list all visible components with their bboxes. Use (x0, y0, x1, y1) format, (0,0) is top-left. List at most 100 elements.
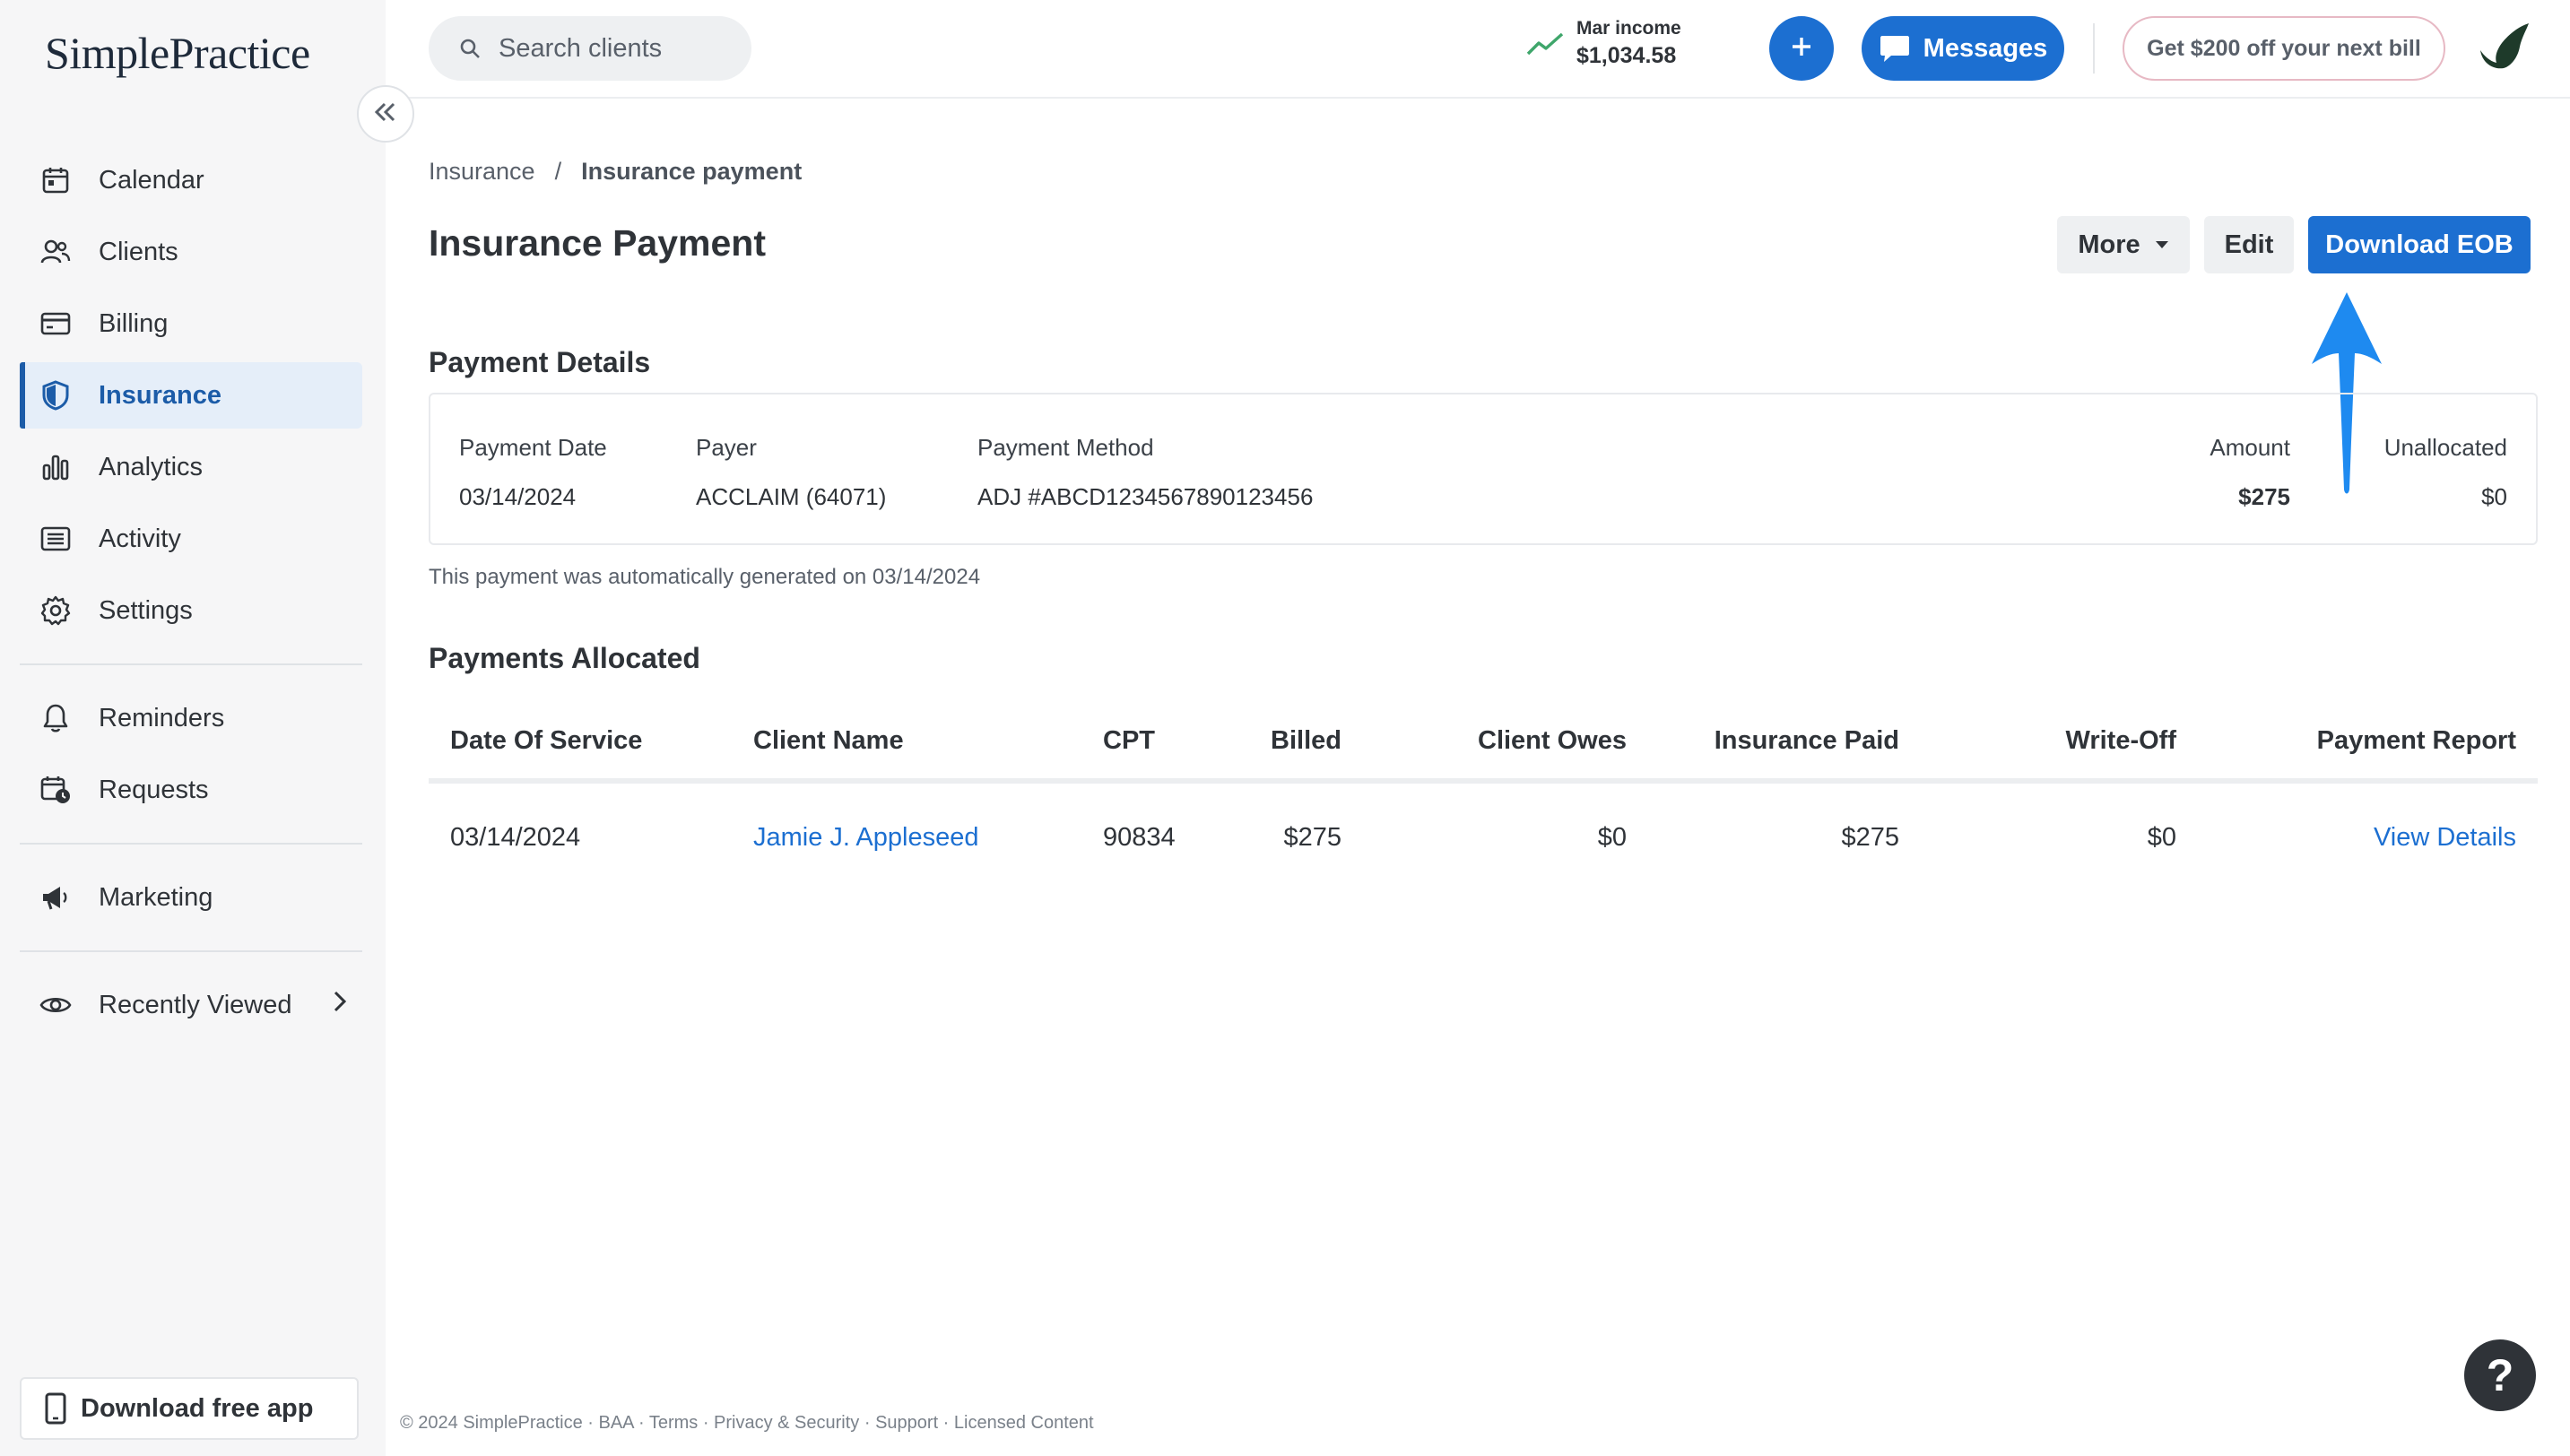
profile-avatar[interactable] (2475, 18, 2531, 78)
sidebar-item-settings[interactable]: Settings (20, 577, 362, 644)
column-header: CPT (1103, 726, 1155, 755)
column-header: Client Owes (1478, 726, 1627, 755)
payments-allocated-title: Payments Allocated (429, 642, 700, 674)
bell-icon (39, 702, 72, 734)
field-label: Unallocated (2383, 434, 2507, 461)
income-value: $1,034.58 (1576, 43, 1677, 68)
payment-date-field: Payment Date 03/14/2024 (459, 434, 607, 511)
payment-details-title: Payment Details (429, 346, 651, 378)
more-dropdown-button[interactable]: More (2057, 216, 2190, 273)
field-value: $275 (2238, 483, 2290, 510)
search-input[interactable]: Search clients (429, 16, 751, 81)
sidebar-item-label: Billing (99, 308, 169, 338)
page-title: Insurance Payment (429, 222, 766, 264)
activity-icon (39, 523, 72, 555)
field-label: Amount (2210, 434, 2290, 461)
calendar-icon (39, 164, 72, 196)
collapse-sidebar-button[interactable] (357, 85, 414, 143)
field-label: Payment Date (459, 434, 607, 461)
view-details-link[interactable]: View Details (2374, 823, 2516, 853)
divider (2093, 23, 2095, 74)
help-button[interactable]: ? (2464, 1339, 2536, 1411)
search-placeholder: Search clients (499, 33, 663, 63)
table-row: 03/14/2024 Jamie J. Appleseed 90834 $275… (429, 812, 2538, 866)
field-label: Payer (696, 434, 757, 461)
column-header: Date Of Service (450, 726, 643, 755)
sidebar-item-label: Calendar (99, 165, 204, 195)
analytics-icon (39, 451, 72, 483)
double-chevron-left-icon (374, 101, 397, 127)
requests-icon (39, 774, 72, 806)
eye-icon (39, 989, 72, 1021)
messages-button[interactable]: Messages (1862, 16, 2064, 81)
sidebar-item-insurance[interactable]: Insurance (20, 362, 362, 429)
breadcrumb-current: Insurance payment (581, 158, 803, 185)
plus-icon (1789, 34, 1814, 64)
table-header: Date Of Service Client Name CPT Billed C… (429, 717, 2538, 784)
chat-bubble-icon (1879, 33, 1911, 64)
edit-button[interactable]: Edit (2204, 216, 2294, 273)
messages-label: Messages (1923, 33, 2048, 63)
trend-up-icon (1526, 30, 1564, 57)
divider (20, 843, 362, 845)
sidebar-item-clients[interactable]: Clients (20, 219, 362, 285)
page-actions: More Edit Download EOB (2057, 216, 2531, 273)
sidebar-item-requests[interactable]: Requests (20, 757, 362, 823)
sidebar-item-billing[interactable]: Billing (20, 290, 362, 357)
sidebar-item-label: Reminders (99, 703, 225, 732)
sidebar-item-label: Marketing (99, 882, 213, 912)
leaf-logo-icon (2480, 23, 2529, 69)
column-header: Client Name (753, 726, 904, 755)
payer-field: Payer ACCLAIM (64071) (696, 434, 886, 511)
sidebar-item-label: Clients (99, 237, 178, 266)
sidebar-item-calendar[interactable]: Calendar (20, 147, 362, 213)
cpt-cell: 90834 (1103, 823, 1176, 852)
unallocated-field: Unallocated $0 (2384, 434, 2507, 511)
income-summary[interactable]: Mar income $1,034.58 (1526, 18, 1681, 69)
search-icon (459, 38, 481, 59)
sidebar-item-label: Insurance (99, 380, 221, 410)
breadcrumb-parent-link[interactable]: Insurance (429, 158, 535, 186)
promo-button[interactable]: Get $200 off your next bill (2123, 16, 2445, 81)
write-off-cell: $0 (2147, 823, 2176, 852)
billing-icon (39, 308, 72, 340)
sidebar-item-recently-viewed[interactable]: Recently Viewed (20, 972, 362, 1038)
field-value: ADJ #ABCD1234567890123456 (977, 483, 1314, 510)
chevron-right-icon (332, 990, 348, 1020)
sidebar-item-label: Settings (99, 595, 193, 625)
topbar: Search clients Mar income $1,034.58 Mess… (386, 0, 2570, 99)
breadcrumb-separator: / (554, 158, 562, 185)
sidebar-item-label: Analytics (99, 452, 204, 481)
shield-icon (39, 379, 72, 412)
field-value: 03/14/2024 (459, 483, 577, 510)
payment-method-field: Payment Method ADJ #ABCD1234567890123456 (977, 434, 1313, 511)
income-label: Mar income (1576, 18, 1681, 39)
sidebar-item-analytics[interactable]: Analytics (20, 434, 362, 500)
sidebar-item-label: Activity (99, 524, 181, 553)
insurance-paid-cell: $275 (1841, 823, 1899, 852)
column-header: Payment Report (2316, 726, 2516, 755)
sidebar-item-label: Recently Viewed (99, 990, 292, 1019)
add-button[interactable] (1769, 16, 1834, 81)
sidebar-item-label: Requests (99, 775, 209, 804)
field-label: Payment Method (977, 434, 1154, 461)
column-header: Write-Off (2065, 726, 2176, 755)
column-header: Billed (1271, 726, 1341, 755)
breadcrumb: Insurance / Insurance payment (429, 158, 802, 186)
client-name-link[interactable]: Jamie J. Appleseed (753, 823, 978, 853)
sidebar-item-marketing[interactable]: Marketing (20, 864, 362, 931)
sidebar-nav: Calendar Clients Billing Insurance Analy… (20, 147, 362, 1044)
sidebar: SimplePractice Calendar Clients Billing … (0, 0, 386, 1456)
clients-icon (39, 236, 72, 268)
download-app-button[interactable]: Download free app (20, 1377, 359, 1440)
phone-icon (45, 1392, 66, 1425)
date-of-service-cell: 03/14/2024 (450, 823, 581, 852)
logo[interactable]: SimplePractice (45, 27, 310, 79)
download-eob-button[interactable]: Download EOB (2308, 216, 2531, 273)
field-value: $0 (2481, 483, 2507, 510)
sidebar-item-activity[interactable]: Activity (20, 506, 362, 572)
sidebar-item-reminders[interactable]: Reminders (20, 685, 362, 751)
more-label: More (2078, 230, 2140, 259)
billed-cell: $275 (1283, 823, 1341, 852)
footer-links[interactable]: © 2024 SimplePractice · BAA · Terms · Pr… (400, 1413, 1094, 1434)
